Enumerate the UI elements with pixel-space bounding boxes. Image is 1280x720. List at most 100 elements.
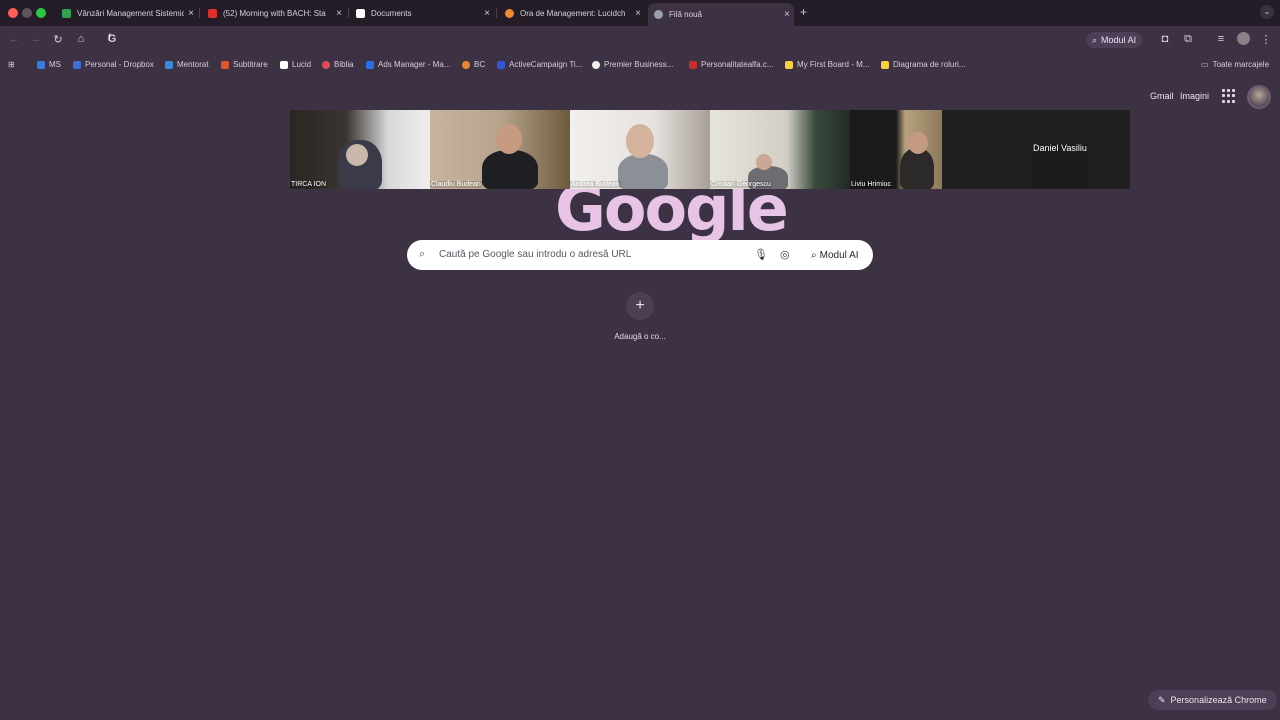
participant-tile[interactable]: Daniel Vasiliu xyxy=(942,110,1130,189)
folder-icon: ▭ xyxy=(1201,60,1209,69)
close-window-button[interactable] xyxy=(8,8,18,18)
tab-new-tab[interactable]: Filă nouă × xyxy=(648,3,794,26)
participant-video xyxy=(626,124,654,158)
bookmark-ms[interactable]: MS xyxy=(37,60,61,69)
participant-tile[interactable]: TIRCA ION xyxy=(290,110,430,189)
minimize-window-button[interactable] xyxy=(22,8,32,18)
google-apps-icon[interactable] xyxy=(1222,89,1236,103)
bookmark-icon xyxy=(73,60,81,69)
close-tab-icon[interactable]: × xyxy=(780,9,794,20)
add-shortcut-label: Adaugă o co... xyxy=(614,332,666,341)
bookmark-dropbox[interactable]: Personal - Dropbox xyxy=(73,60,154,69)
ai-search-icon: ⌕ xyxy=(1092,34,1098,45)
tab-divider xyxy=(496,8,497,18)
bookmark-bc[interactable]: BC xyxy=(462,60,485,69)
participant-tile[interactable]: Cristian Georgescu xyxy=(710,110,850,189)
bookmark-icon xyxy=(221,60,229,69)
bookmark-label: Personal - Dropbox xyxy=(85,60,154,69)
bookmark-my-first-board[interactable]: My First Board - M... xyxy=(785,60,869,69)
tab-title: Vânzări Management Sistemic xyxy=(77,8,184,18)
participant-tile[interactable]: Liviu Hrimiuc xyxy=(850,110,942,189)
bookmark-mentorat[interactable]: Mentorat xyxy=(165,60,209,69)
search-box[interactable]: ⌕ Caută pe Google sau introdu o adresă U… xyxy=(407,240,873,270)
bookmark-label: BC xyxy=(474,60,486,69)
tab-youtube[interactable]: (52) Morning with BACH: Sta × xyxy=(202,3,346,23)
bookmark-icon xyxy=(165,60,173,69)
bookmark-icon xyxy=(280,60,288,69)
media-controls-icon[interactable]: ≡ xyxy=(1214,33,1228,45)
gmail-link[interactable]: Gmail xyxy=(1150,91,1174,101)
tab-documents[interactable]: Documents × xyxy=(350,3,494,23)
bookmark-icon xyxy=(497,60,505,69)
search-input[interactable]: Caută pe Google sau introdu o adresă URL xyxy=(439,249,631,260)
tab-ora-management[interactable]: Ora de Management: Lucidch × xyxy=(499,3,645,23)
participant-video xyxy=(346,144,368,166)
bookmark-personalitatealfa[interactable]: Personalitatealfa.c... xyxy=(689,60,773,69)
bookmark-label: ActiveCampaign Ti... xyxy=(509,60,583,69)
participant-video xyxy=(482,150,538,189)
participant-video xyxy=(618,154,668,189)
new-tab-button[interactable]: + xyxy=(800,5,807,19)
bookmark-icon xyxy=(881,60,889,69)
close-tab-icon[interactable]: × xyxy=(480,8,494,19)
ai-mode-label: Modul AI xyxy=(819,249,859,261)
apps-grid-icon[interactable]: ⊞ xyxy=(8,60,15,69)
back-icon[interactable]: ← xyxy=(7,33,21,45)
close-tab-icon[interactable]: × xyxy=(184,8,198,19)
participant-tile[interactable]: Andrea Budean xyxy=(570,110,710,189)
participant-video xyxy=(900,148,934,189)
account-avatar[interactable] xyxy=(1247,85,1271,109)
address-bar[interactable]: f xyxy=(108,33,111,44)
microphone-icon[interactable]: 🎙 xyxy=(754,248,768,261)
bookmark-label: MS xyxy=(49,60,61,69)
camera-icon[interactable]: ◘ xyxy=(1158,33,1172,45)
profile-avatar[interactable] xyxy=(1237,32,1250,45)
tab-search-button[interactable]: ⌄ xyxy=(1260,5,1274,19)
customize-chrome-button[interactable]: ✎ Personalizează Chrome xyxy=(1148,690,1277,710)
maximize-window-button[interactable] xyxy=(36,8,46,18)
bookmark-label: Lucid xyxy=(292,60,312,69)
bookmark-subtitrare[interactable]: Subtitrare xyxy=(221,60,268,69)
chrome-icon xyxy=(654,10,663,19)
lucidchart-icon xyxy=(505,8,514,18)
youtube-icon xyxy=(208,8,217,18)
all-bookmarks-button[interactable]: ▭ Toate marcajele xyxy=(1201,60,1269,69)
participant-name: Liviu Hrimiuc xyxy=(850,181,893,188)
participant-name: TIRCA ION xyxy=(290,181,328,188)
tab-title: Filă nouă xyxy=(669,10,702,19)
sheets-icon xyxy=(62,8,71,18)
bookmark-activecampaign[interactable]: ActiveCampaign Ti... xyxy=(497,60,582,69)
modul-ai-button[interactable]: ⌕ Modul AI xyxy=(1086,32,1143,48)
participant-tile[interactable]: Claudiu Budean xyxy=(430,110,570,189)
video-call-strip: TIRCA ION Claudiu Budean Andrea Budean C… xyxy=(290,110,1130,189)
menu-icon[interactable]: ⋮ xyxy=(1259,33,1273,46)
tab-divider xyxy=(348,8,349,18)
tab-title: (52) Morning with BACH: Sta xyxy=(223,8,326,18)
tab-title: Documents xyxy=(371,8,412,18)
tab-strip: Vânzări Management Sistemic × (52) Morni… xyxy=(0,0,1280,26)
add-shortcut-button[interactable]: + xyxy=(626,292,654,320)
tab-title: Ora de Management: Lucidch xyxy=(520,8,626,18)
participant-video xyxy=(496,124,522,154)
participant-name: Cristian Georgescu xyxy=(710,181,772,188)
close-tab-icon[interactable]: × xyxy=(332,8,346,19)
close-tab-icon[interactable]: × xyxy=(631,8,645,19)
forward-icon[interactable]: → xyxy=(29,33,43,45)
bookmark-label: Personalitatealfa.c... xyxy=(701,60,774,69)
bookmark-premier-business[interactable]: Premier Business... xyxy=(592,60,673,69)
participant-name: Andrea Budean xyxy=(570,181,621,188)
ai-search-icon: ⌕ xyxy=(811,249,817,261)
home-icon[interactable]: ⌂ xyxy=(74,33,88,45)
modul-ai-label: Modul AI xyxy=(1101,35,1137,45)
bookmark-diagrama-roluri[interactable]: Diagrama de roluri... xyxy=(881,60,965,69)
tab-vanzari[interactable]: Vânzări Management Sistemic × xyxy=(56,3,198,23)
reload-icon[interactable]: ↻ xyxy=(51,33,65,46)
bookmark-biblia[interactable]: Biblia xyxy=(322,60,354,69)
images-link[interactable]: Imagini xyxy=(1180,91,1209,101)
bookmark-ads-manager[interactable]: Ads Manager - Ma... xyxy=(366,60,450,69)
extensions-icon[interactable]: ⧉ xyxy=(1181,33,1195,46)
ai-mode-button[interactable]: ⌕ Modul AI xyxy=(805,245,865,265)
bookmark-icon xyxy=(37,60,45,69)
bookmark-lucid[interactable]: Lucid xyxy=(280,60,311,69)
google-lens-icon[interactable]: ◎ xyxy=(780,248,790,261)
